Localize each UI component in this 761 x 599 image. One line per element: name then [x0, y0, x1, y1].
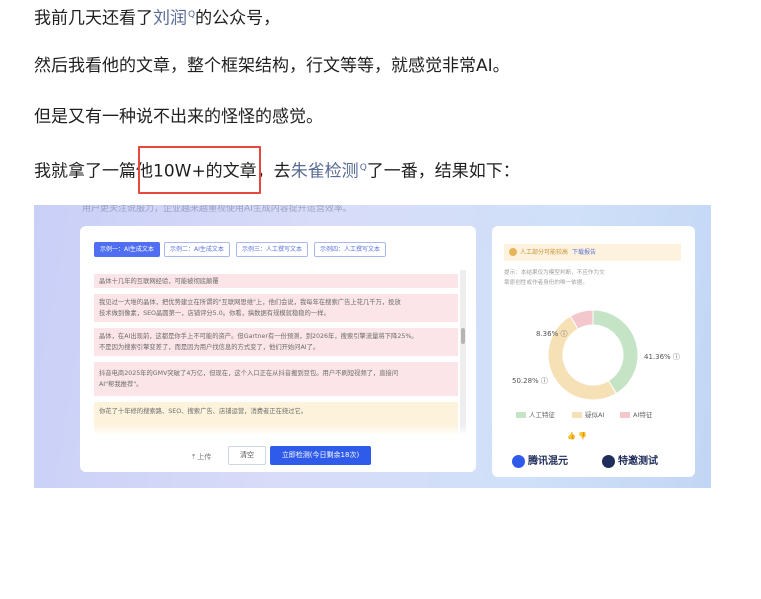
link-liurun[interactable]: 刘润 [153, 9, 187, 29]
feedback-thumbs[interactable]: 👍 👎 [567, 432, 587, 440]
search-icon[interactable]: Q [360, 163, 367, 173]
tab-example-2[interactable]: 示例二：AI生成文本 [164, 242, 230, 257]
text-block: 抖音电商2025年的GMV突破了4万亿，但现在，这个入口正在从抖音搬到豆包。用户… [94, 362, 458, 396]
slice-label-ai: 8.36% ⓘ [536, 330, 568, 338]
hunyuan-logo: 腾讯混元 [512, 452, 568, 472]
scrollbar-thumb[interactable] [461, 328, 465, 344]
legend-item-suspect: 疑似AI [572, 409, 604, 419]
upload-button[interactable]: ⤒ 上传 [192, 452, 211, 462]
clear-button[interactable]: 清空 [228, 446, 266, 465]
paragraph-1: 我前几天还看了刘润Q的公众号， [34, 8, 281, 29]
result-panel: 人工部分可能较高 下载报告 提示：本结果仅为模型判断，不应作为文 章原创性或作者身… [492, 226, 695, 477]
text-block: 晶体，在AI出现前，这都是你手上不可能的资产。但Gartner有一份预测，到20… [94, 328, 458, 356]
embedded-screenshot: 用户更关注说服力，企业越来越重视使用AI生成内容提升运营效率。 示例一：AI生成… [34, 205, 711, 488]
input-panel: 示例一：AI生成文本 示例二：AI生成文本 示例三：人工撰写文本 示例四：人工撰… [80, 226, 476, 472]
link-zhuque[interactable]: 朱雀检测 [291, 162, 359, 182]
cutoff-text: 用户更关注说服力，企业越来越重视使用AI生成内容提升运营效率。 [82, 205, 352, 214]
text-block: 我见过一大堆的晶体，把优势建立在所谓的"互联网思维"上，他们会说，我每年在搜索广… [94, 294, 458, 322]
paragraph-2: 然后我看他的文章，整个框架结构，行文等等，就感觉非常AI。 [34, 56, 510, 76]
slice-label-human: 41.36% ⓘ [644, 353, 680, 361]
hunyuan-logo-icon [512, 454, 525, 468]
invited-test-logo: 特邀测试 [602, 452, 658, 472]
invited-test-icon [602, 454, 615, 468]
legend-item-human: 人工特征 [516, 409, 555, 419]
tab-example-3[interactable]: 示例三：人工撰写文本 [236, 242, 309, 257]
detect-button[interactable]: 立即检测(今日剩余18次) [270, 446, 371, 465]
slice-human [592, 309, 639, 395]
paragraph-4: 我就拿了一篇他10W+的文章，去朱雀检测Q了一番，结果如下： [34, 161, 520, 182]
tab-example-1[interactable]: 示例一：AI生成文本 [94, 242, 160, 257]
paragraph-3: 但是又有一种说不出来的怪怪的感觉。 [34, 107, 323, 127]
slice-label-suspect: 50.28% ⓘ [512, 377, 548, 385]
tab-example-4[interactable]: 示例四：人工撰写文本 [314, 242, 387, 257]
highlight-box [138, 146, 261, 194]
text-editor[interactable]: 晶体十几年的互联网经验，可能被彻底颠覆 我见过一大堆的晶体，把优势建立在所谓的"… [94, 270, 466, 434]
scrollbar[interactable] [460, 270, 466, 434]
text-block: 晶体十几年的互联网经验，可能被彻底颠覆 [94, 274, 458, 288]
legend-item-ai: AI特征 [620, 409, 652, 419]
